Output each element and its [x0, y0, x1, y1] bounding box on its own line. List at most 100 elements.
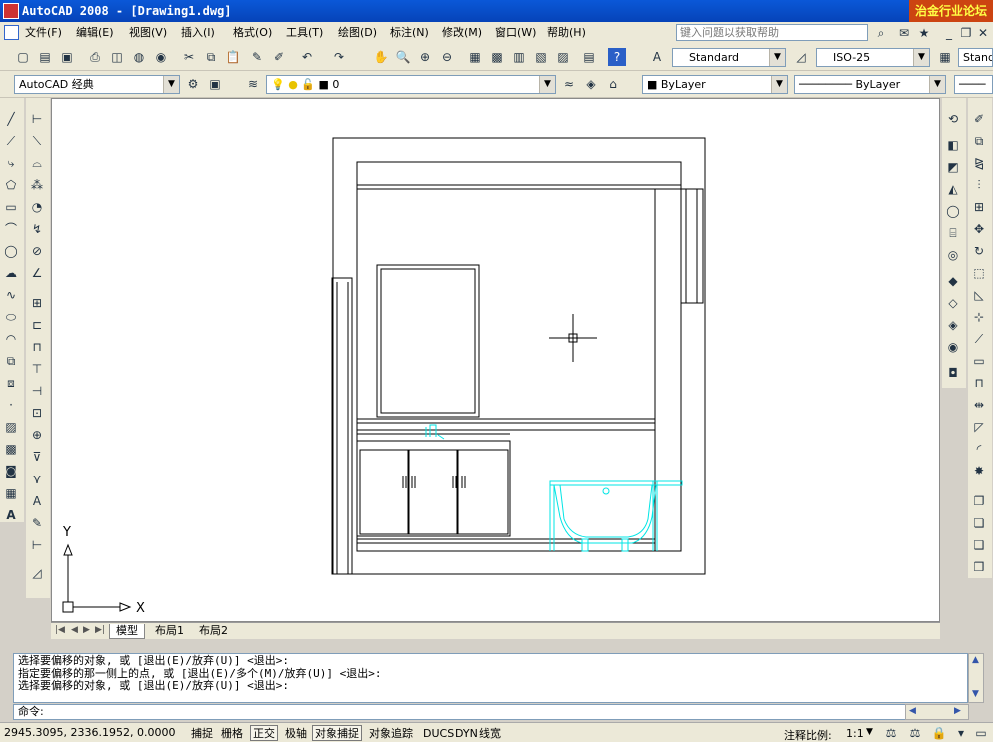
copy-object-icon[interactable]: ⧉: [970, 132, 988, 150]
status-menu-icon[interactable]: ▾: [952, 724, 970, 742]
polyline-icon[interactable]: ⤷: [2, 154, 20, 172]
angular-dim-icon[interactable]: ∠: [28, 264, 46, 282]
chevron-down-icon[interactable]: ▼: [913, 49, 929, 66]
annotation-scale-value[interactable]: 1:1: [846, 727, 864, 740]
ellipse-icon[interactable]: ⬭: [2, 308, 20, 326]
mirror-icon[interactable]: ⧎: [970, 154, 988, 172]
draworder-front-icon[interactable]: ❐: [970, 492, 988, 510]
scroll-right-icon[interactable]: ▶: [954, 706, 961, 716]
conceptual-icon[interactable]: ◈: [944, 316, 962, 334]
menu-modify[interactable]: 修改(M): [442, 22, 482, 44]
doc-close-icon[interactable]: ✕: [974, 24, 992, 42]
menu-file[interactable]: 文件(F): [25, 22, 62, 44]
toolbar-lock-icon[interactable]: 🔒: [930, 724, 948, 742]
command-scrollbar[interactable]: ▲ ▼: [968, 653, 984, 703]
tab-nav-last-icon[interactable]: ▶|: [95, 625, 105, 635]
region-icon[interactable]: ◙: [2, 462, 20, 480]
scroll-down-icon[interactable]: ▼: [972, 689, 979, 699]
erase-icon[interactable]: ✐: [970, 110, 988, 128]
document-icon[interactable]: [4, 25, 19, 40]
table-icon[interactable]: ▦: [2, 484, 20, 502]
menu-insert[interactable]: 插入(I): [181, 22, 215, 44]
chevron-down-icon[interactable]: ▼: [539, 76, 555, 93]
hatch-icon[interactable]: ▨: [2, 418, 20, 436]
annotation-visibility-icon[interactable]: ⚖: [882, 724, 900, 742]
command-hscroll[interactable]: ◀ ▶: [905, 704, 969, 720]
insert-block-icon[interactable]: ⧉: [2, 352, 20, 370]
multiline-text-icon[interactable]: A: [2, 506, 20, 524]
coordinates-readout[interactable]: 2945.3095, 2336.1952, 0.0000: [4, 726, 175, 739]
menu-tools[interactable]: 工具(T): [286, 22, 323, 44]
explode-icon[interactable]: ✸: [970, 462, 988, 480]
3d-dwf-icon[interactable]: ◉: [152, 48, 170, 66]
doc-minimize-icon[interactable]: _: [940, 24, 958, 42]
center-mark-icon[interactable]: ⊕: [28, 426, 46, 444]
paste-icon[interactable]: 📋: [224, 48, 242, 66]
radius-dim-icon[interactable]: ◔: [28, 198, 46, 216]
help-search-input[interactable]: 键入问题以获取帮助: [676, 24, 868, 41]
send-under-icon[interactable]: ❒: [970, 558, 988, 576]
dim-update-icon[interactable]: ⊢: [28, 536, 46, 554]
menu-window[interactable]: 窗口(W): [495, 22, 536, 44]
menu-dimension[interactable]: 标注(N): [390, 22, 429, 44]
print-icon[interactable]: ⎙: [86, 48, 104, 66]
break-icon[interactable]: ⊓: [970, 374, 988, 392]
undo-icon[interactable]: ↶: [298, 48, 316, 66]
array-icon[interactable]: ⊞: [970, 198, 988, 216]
diameter-dim-icon[interactable]: ⊘: [28, 242, 46, 260]
chevron-down-icon[interactable]: ▼: [771, 76, 787, 93]
chevron-down-icon[interactable]: ▼: [866, 727, 873, 737]
ellipse-arc-icon[interactable]: ◠: [2, 330, 20, 348]
tolerance-icon[interactable]: ⊡: [28, 404, 46, 422]
menu-draw[interactable]: 绘图(D): [338, 22, 377, 44]
dim-break-icon[interactable]: ⊣: [28, 382, 46, 400]
snap-toggle[interactable]: 捕捉: [188, 725, 216, 741]
save-icon[interactable]: ▣: [58, 48, 76, 66]
torus-icon[interactable]: ◎: [944, 246, 962, 264]
otrack-toggle[interactable]: 对象追踪: [366, 725, 416, 741]
polar-toggle[interactable]: 极轴: [282, 725, 310, 741]
ordinate-dim-icon[interactable]: ⁂: [28, 176, 46, 194]
rotate-icon[interactable]: ↻: [970, 242, 988, 260]
redo-icon[interactable]: ↷: [330, 48, 348, 66]
bring-above-icon[interactable]: ❑: [970, 536, 988, 554]
offset-icon[interactable]: ⫶: [970, 176, 988, 194]
menu-edit[interactable]: 编辑(E): [76, 22, 114, 44]
quick-dim-icon[interactable]: ⊞: [28, 294, 46, 312]
tab-layout2[interactable]: 布局2: [193, 624, 234, 639]
table-style-icon[interactable]: ▦: [936, 48, 954, 66]
copy-icon[interactable]: ⧉: [202, 48, 220, 66]
scroll-up-icon[interactable]: ▲: [972, 655, 979, 665]
line-icon[interactable]: ╱: [2, 110, 20, 128]
layer-properties-icon[interactable]: ≋: [244, 75, 262, 93]
match-properties-icon[interactable]: ✎: [248, 48, 266, 66]
chevron-down-icon[interactable]: ▼: [769, 49, 785, 66]
continue-dim-icon[interactable]: ⊓: [28, 338, 46, 356]
properties-icon[interactable]: ▦: [466, 48, 484, 66]
construction-line-icon[interactable]: ⟋: [2, 132, 20, 150]
dim-edit-icon[interactable]: A: [28, 492, 46, 510]
baseline-dim-icon[interactable]: ⊏: [28, 316, 46, 334]
realistic-icon[interactable]: ◇: [944, 294, 962, 312]
box-solid-icon[interactable]: ◧: [944, 136, 962, 154]
autocad-app-icon[interactable]: [3, 3, 19, 19]
search-icon[interactable]: ⌕: [872, 24, 890, 42]
dim-text-edit-icon[interactable]: ✎: [28, 514, 46, 532]
trim-icon[interactable]: ⊹: [970, 308, 988, 326]
lineweight-toggle[interactable]: 线宽: [476, 725, 504, 741]
point-icon[interactable]: ·: [2, 396, 20, 414]
calculator-icon[interactable]: ▤: [580, 48, 598, 66]
extend-icon[interactable]: ⟋: [970, 330, 988, 348]
inspect-icon[interactable]: ⊽: [28, 448, 46, 466]
aligned-dim-icon[interactable]: ⟍: [28, 132, 46, 150]
camera-icon[interactable]: ◘: [944, 364, 962, 382]
drawing-canvas[interactable]: X Y: [51, 98, 940, 622]
help-icon[interactable]: ?: [608, 48, 626, 66]
dim-style-select[interactable]: ISO-25 ▼: [816, 48, 930, 67]
draworder-back-icon[interactable]: ❏: [970, 514, 988, 532]
circle-icon[interactable]: ◯: [2, 242, 20, 260]
zoom-realtime-icon[interactable]: 🔍: [394, 48, 412, 66]
make-current-layer-icon[interactable]: ≈: [560, 75, 578, 93]
ortho-toggle[interactable]: 正交: [250, 725, 278, 741]
text-style-select[interactable]: Standard ▼: [672, 48, 786, 67]
